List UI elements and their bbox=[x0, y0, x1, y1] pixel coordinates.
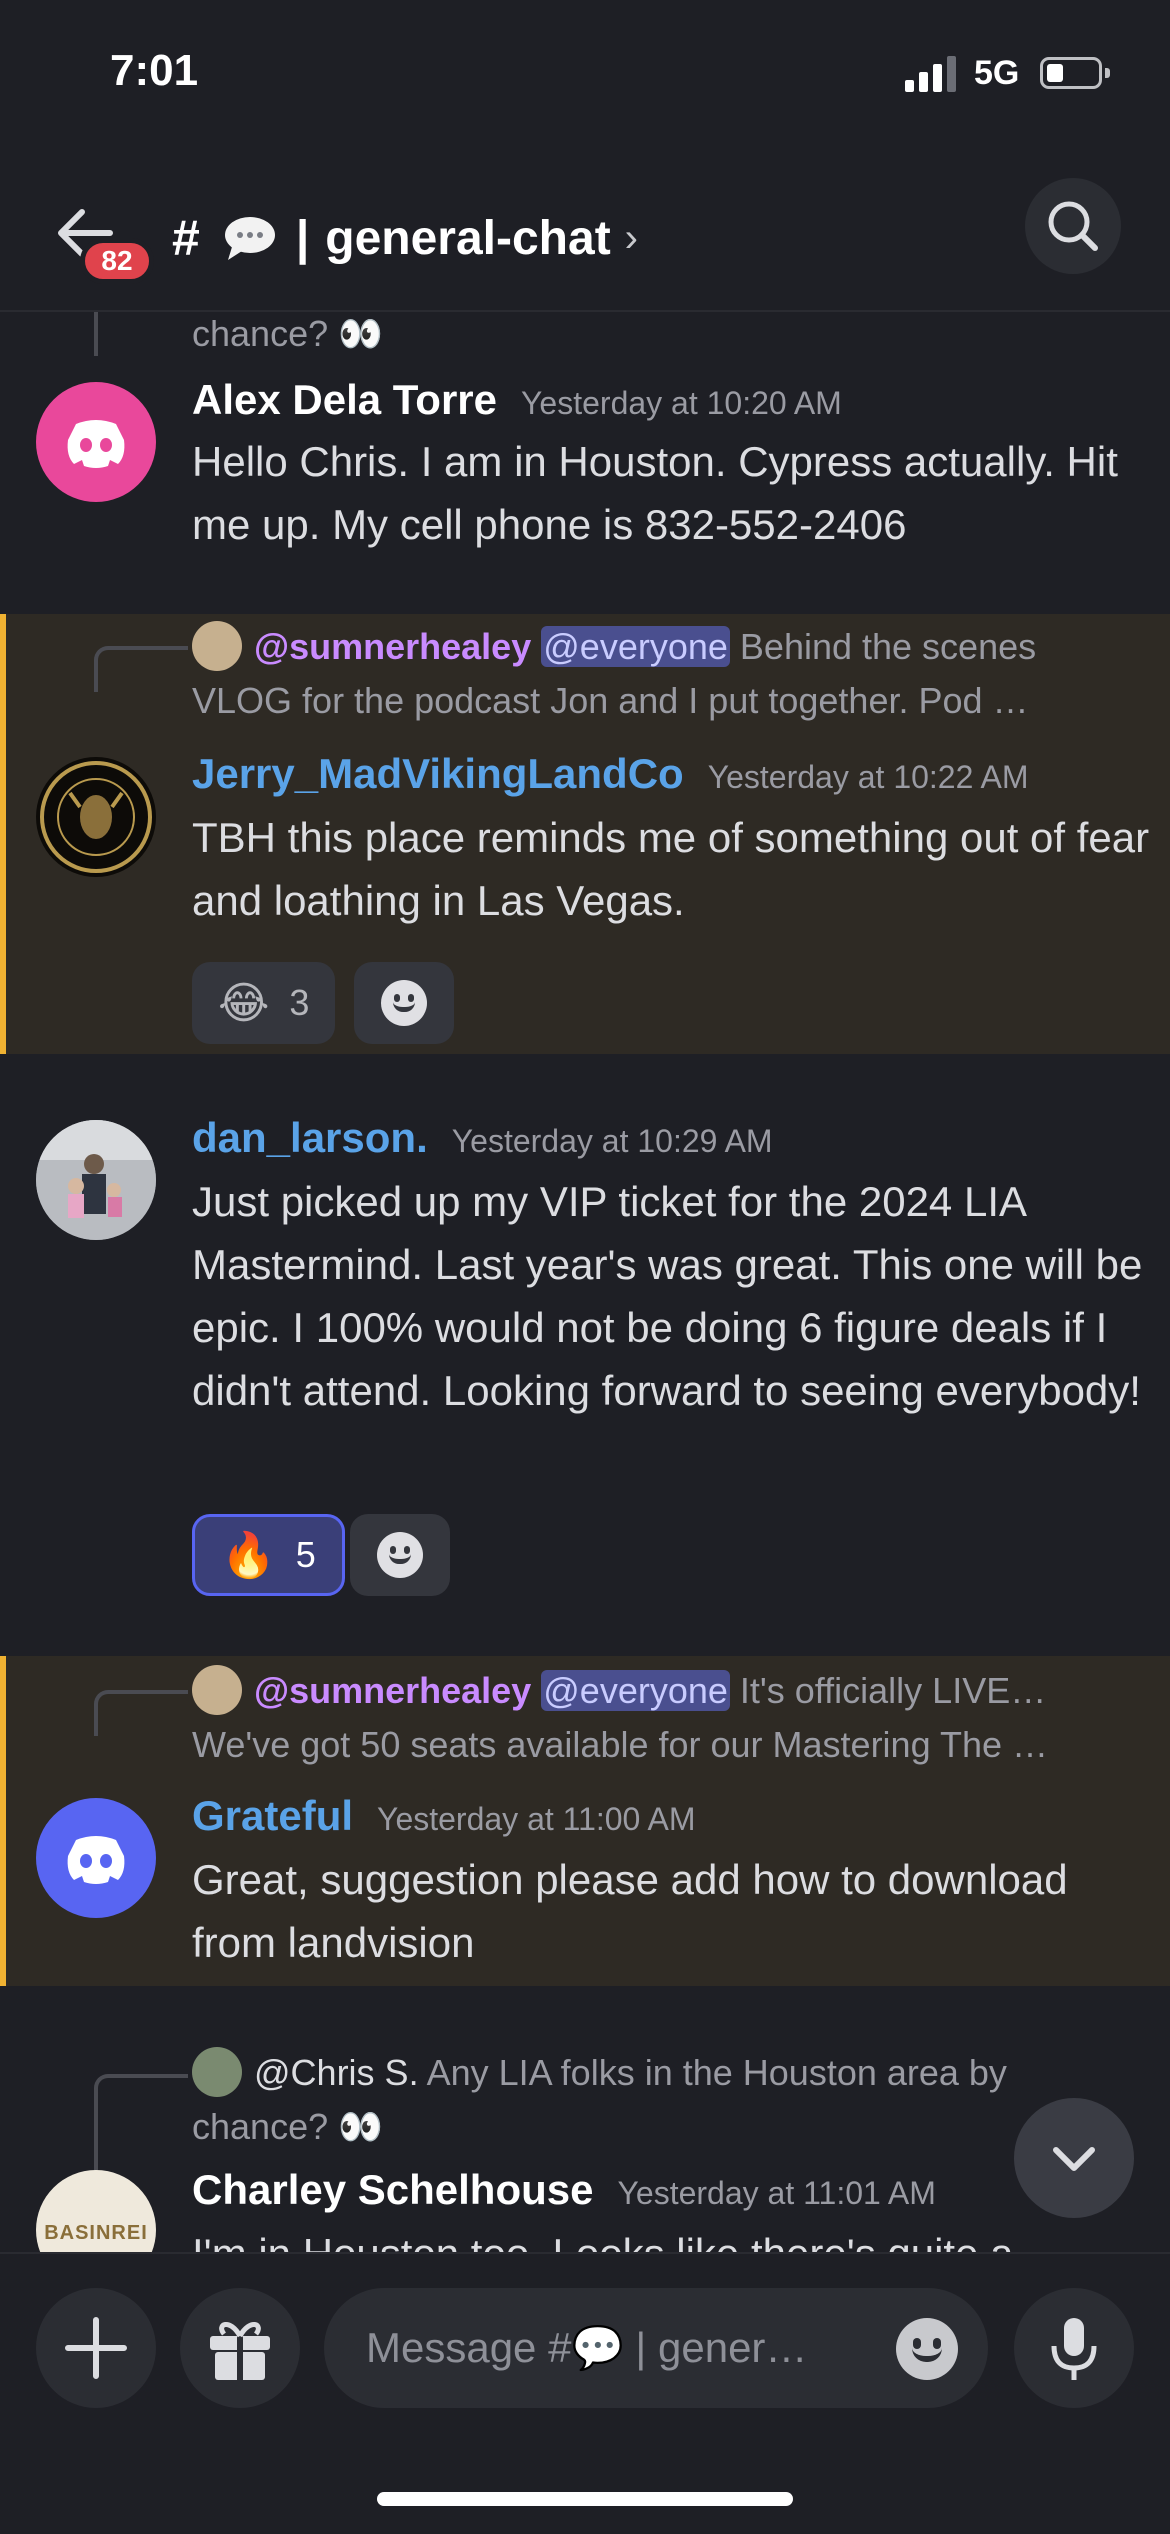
message-item[interactable]: @sumnerhealey @everyone Behind the scene… bbox=[0, 614, 1170, 1054]
channel-name: general-chat bbox=[325, 211, 611, 265]
author-name[interactable]: dan_larson. Yesterday at 10:29 AM bbox=[192, 1114, 773, 1162]
unread-badge: 82 bbox=[80, 238, 154, 284]
reaction-pill[interactable]: 😂 3 bbox=[192, 962, 336, 1044]
reply-preview[interactable]: @sumnerhealey @everyone It's officially … bbox=[192, 1664, 1142, 1718]
avatar[interactable] bbox=[36, 1798, 156, 1918]
author-name-text: Alex Dela Torre bbox=[192, 376, 498, 423]
message-item[interactable]: chance? 👀 Alex Dela Torre Yesterday at 10… bbox=[0, 312, 1170, 612]
family-photo-icon bbox=[36, 1120, 156, 1240]
everyone-mention: @everyone bbox=[541, 1670, 730, 1711]
author-name[interactable]: Charley Schelhouse Yesterday at 11:01 AM bbox=[192, 2166, 936, 2214]
avatar[interactable] bbox=[36, 382, 156, 502]
smiley-icon bbox=[377, 1532, 423, 1578]
reply-text: It's officially LIVE… bbox=[739, 1670, 1047, 1711]
reaction-pill[interactable]: 🔥 5 bbox=[192, 1514, 345, 1596]
reply-text-line2: chance? 👀 bbox=[192, 2106, 383, 2147]
reaction-count: 5 bbox=[295, 1534, 316, 1575]
timestamp: Yesterday at 10:22 AM bbox=[707, 759, 1029, 795]
message-item[interactable]: dan_larson. Yesterday at 10:29 AM Just pi… bbox=[0, 1104, 1170, 1624]
timestamp: Yesterday at 11:00 AM bbox=[377, 1801, 696, 1837]
message-input-placeholder: Message #💬 | general-chat bbox=[366, 2323, 826, 2371]
everyone-mention: @everyone bbox=[541, 626, 730, 667]
message-item[interactable]: @sumnerhealey @everyone It's officially … bbox=[0, 1656, 1170, 1986]
reply-mention: @Chris S. bbox=[254, 2052, 419, 2093]
battery-icon bbox=[1040, 57, 1110, 89]
message-text: TBH this place reminds me of something o… bbox=[192, 814, 1150, 924]
search-button[interactable] bbox=[1025, 178, 1121, 274]
reply-text: Behind the scenes bbox=[739, 626, 1037, 667]
timestamp: Yesterday at 10:29 AM bbox=[451, 1123, 773, 1159]
channel-hash-icon: # bbox=[172, 210, 200, 266]
message-text: I'm in Houston too. Looks like there's q… bbox=[192, 2222, 1152, 2252]
speech-bubble-icon bbox=[224, 217, 275, 260]
plus-icon bbox=[65, 2317, 127, 2379]
reply-mention: @sumnerhealey bbox=[254, 626, 532, 667]
reply-mention: @sumnerhealey bbox=[254, 1670, 532, 1711]
search-icon bbox=[1048, 201, 1098, 251]
author-name[interactable]: Alex Dela Torre Yesterday at 10:20 AM bbox=[192, 376, 842, 424]
chevron-down-icon bbox=[1053, 2147, 1095, 2171]
voice-message-button[interactable] bbox=[1014, 2288, 1134, 2408]
reply-avatar bbox=[192, 2047, 242, 2098]
author-name[interactable]: Jerry_MadVikingLandCo Yesterday at 10:22 … bbox=[192, 750, 1029, 798]
gift-button[interactable] bbox=[180, 2288, 300, 2408]
viking-logo-icon bbox=[40, 761, 152, 873]
discord-logo-icon bbox=[67, 1836, 125, 1884]
channel-separator: | bbox=[295, 211, 310, 265]
emoji-picker-icon[interactable] bbox=[896, 2318, 958, 2380]
message-item[interactable]: @Chris S. Any LIA folks in the Houston a… bbox=[0, 2040, 1170, 2252]
reply-text-line2: We've got 50 seats available for our Mas… bbox=[192, 1724, 1048, 1765]
message-text: Just picked up my VIP ticket for the 202… bbox=[192, 1178, 1143, 1414]
gift-icon bbox=[210, 2322, 270, 2380]
channel-header: 82 # | general-chat › bbox=[0, 170, 1170, 312]
author-name-text: Grateful bbox=[192, 1792, 354, 1839]
microphone-icon bbox=[1051, 2318, 1097, 2380]
status-bar: 7:01 5G bbox=[0, 0, 1170, 150]
message-text: Hello Chris. I am in Houston. Cypress ac… bbox=[192, 438, 1118, 548]
reply-text-line2: VLOG for the podcast Jon and I put toget… bbox=[192, 680, 1029, 721]
reply-text: Any LIA folks in the Houston area by bbox=[426, 2052, 1007, 2093]
add-reaction-button[interactable] bbox=[350, 1514, 450, 1596]
author-name-text: Charley Schelhouse bbox=[192, 2166, 594, 2213]
timestamp: Yesterday at 10:20 AM bbox=[521, 385, 842, 421]
avatar-logo-text: BASINREI bbox=[44, 2222, 148, 2244]
reply-preview[interactable]: @Chris S. Any LIA folks in the Houston a… bbox=[192, 2046, 1092, 2100]
reply-avatar bbox=[192, 621, 242, 672]
jump-to-latest-button[interactable] bbox=[1014, 2098, 1134, 2218]
message-text: Great, suggestion please add how to down… bbox=[192, 1856, 1068, 1966]
signal-icon bbox=[905, 56, 957, 92]
network-type: 5G bbox=[974, 54, 1020, 92]
fire-emoji-icon: 🔥 bbox=[221, 1531, 276, 1580]
reply-avatar bbox=[192, 1665, 242, 1716]
avatar[interactable] bbox=[36, 757, 156, 877]
discord-logo-icon bbox=[67, 420, 125, 468]
chevron-right-icon: › bbox=[624, 215, 638, 260]
reply-connector bbox=[94, 646, 188, 692]
message-continuation: chance? 👀 bbox=[192, 313, 383, 354]
reply-connector bbox=[94, 1690, 188, 1736]
reaction-count: 3 bbox=[289, 982, 310, 1023]
timestamp: Yesterday at 11:01 AM bbox=[617, 2175, 936, 2211]
add-attachment-button[interactable] bbox=[36, 2288, 156, 2408]
smiley-icon bbox=[381, 980, 427, 1026]
author-name-text: dan_larson. bbox=[192, 1114, 428, 1161]
add-reaction-button[interactable] bbox=[354, 962, 454, 1044]
author-name[interactable]: Grateful Yesterday at 11:00 AM bbox=[192, 1792, 695, 1840]
avatar[interactable] bbox=[36, 1120, 156, 1240]
laughing-emoji-icon: 😂 bbox=[218, 978, 270, 1028]
status-time: 7:01 bbox=[110, 46, 199, 95]
message-input[interactable]: Message #💬 | general-chat bbox=[324, 2288, 988, 2408]
author-name-text: Jerry_MadVikingLandCo bbox=[192, 750, 684, 797]
home-indicator bbox=[377, 2492, 793, 2506]
reply-preview[interactable]: @sumnerhealey @everyone Behind the scene… bbox=[192, 620, 1142, 674]
channel-title[interactable]: # | general-chat › bbox=[172, 190, 638, 286]
